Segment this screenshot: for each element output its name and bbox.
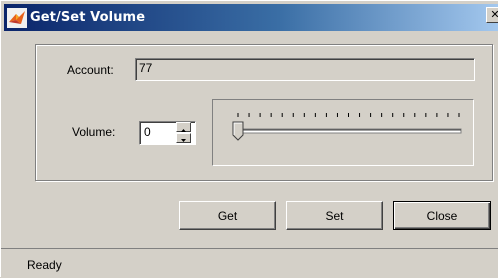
title-bar[interactable]: Get/Set Volume	[4, 4, 498, 31]
volume-label: Volume:	[72, 125, 116, 139]
slider-frame	[212, 99, 474, 166]
set-button[interactable]: Set	[286, 201, 383, 230]
account-field[interactable]: 77	[135, 58, 475, 81]
close-window-button[interactable]: ✕	[486, 7, 498, 23]
arrow-down-icon	[181, 139, 186, 142]
close-button[interactable]: Close	[393, 201, 491, 230]
account-label: Account:	[67, 63, 114, 77]
status-bar: Ready	[1, 248, 498, 278]
slider-ticks	[237, 113, 460, 117]
dialog-window: Get/Set Volume ✕ Account: 77 Volume: 0 G…	[0, 0, 498, 277]
volume-spin-down[interactable]	[176, 133, 191, 143]
volume-value: 0	[144, 125, 151, 139]
window-title: Get/Set Volume	[30, 10, 146, 25]
matlab-icon	[7, 7, 27, 28]
status-text: Ready	[27, 258, 62, 272]
volume-spin-up[interactable]	[176, 122, 191, 132]
slider-thumb[interactable]	[232, 121, 244, 141]
get-button[interactable]: Get	[179, 201, 276, 230]
volume-slider[interactable]	[213, 100, 473, 165]
